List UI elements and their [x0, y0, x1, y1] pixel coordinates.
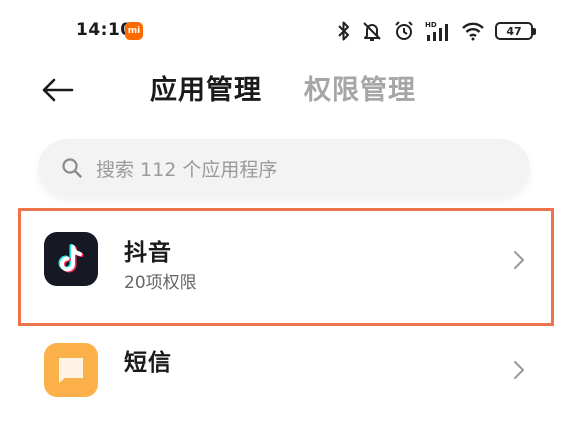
- search-placeholder: 搜索 112 个应用程序: [96, 158, 278, 181]
- bluetooth-icon: [338, 21, 349, 41]
- arrow-left-icon: [42, 78, 74, 102]
- search-input[interactable]: 搜索 112 个应用程序: [38, 139, 530, 197]
- app-name-douyin: 抖音: [124, 240, 172, 266]
- battery-icon: 47: [495, 22, 536, 40]
- tab-permission-management[interactable]: 权限管理: [304, 68, 416, 107]
- app-name-sms: 短信: [124, 350, 172, 376]
- mi-notification-icon: mi: [125, 22, 143, 40]
- back-button[interactable]: [38, 72, 78, 108]
- chevron-right-icon: [514, 251, 524, 269]
- wifi-icon: [462, 22, 484, 41]
- alarm-icon: [395, 21, 413, 40]
- status-icons: HD 47: [337, 18, 536, 44]
- tab-app-management[interactable]: 应用管理: [150, 68, 262, 107]
- hd-label: HD: [425, 21, 437, 29]
- app-permissions-count: 20项权限: [124, 273, 197, 293]
- battery-level: 47: [506, 24, 522, 38]
- douyin-icon: [44, 232, 98, 286]
- sms-icon: [44, 343, 98, 397]
- mute-icon: [363, 22, 381, 41]
- cellular-signal-icon: HD: [425, 21, 448, 41]
- chevron-right-icon: [514, 361, 524, 379]
- status-bar: 14:10 mi HD 47: [0, 0, 569, 62]
- search-icon: [62, 158, 82, 178]
